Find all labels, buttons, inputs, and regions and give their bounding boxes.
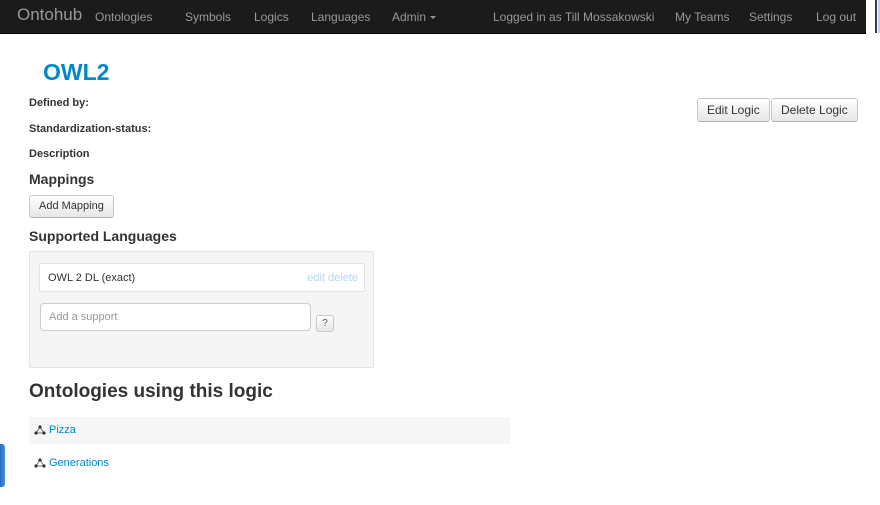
help-button[interactable]: ? xyxy=(316,315,334,332)
support-item-name: OWL 2 DL (exact) xyxy=(48,272,136,284)
add-mapping-button[interactable]: Add Mapping xyxy=(29,195,114,218)
caret-down-icon xyxy=(430,16,437,20)
edit-support-link[interactable]: edit xyxy=(307,272,325,284)
window-edge xyxy=(866,0,880,33)
defined-by-label: Defined by: xyxy=(29,97,89,109)
support-item: OWL 2 DL (exact) edit delete xyxy=(39,263,365,292)
side-widget xyxy=(0,444,5,487)
ontologies-heading: Ontologies using this logic xyxy=(29,381,273,402)
nav-log-out[interactable]: Log out xyxy=(816,10,856,24)
page-title: OWL2 xyxy=(43,59,110,85)
nav-admin-label: Admin xyxy=(392,10,427,24)
ontology-link-pizza[interactable]: Pizza xyxy=(49,424,76,436)
supported-languages-panel: OWL 2 DL (exact) edit delete ? xyxy=(29,251,374,368)
delete-support-link[interactable]: delete xyxy=(328,272,358,284)
description-label: Description xyxy=(29,148,90,160)
nav-languages[interactable]: Languages xyxy=(311,10,370,24)
list-item: Generations xyxy=(29,450,510,477)
nav-admin-dropdown[interactable]: Admin xyxy=(392,10,437,24)
nav-symbols[interactable]: Symbols xyxy=(185,10,231,24)
standardization-status-label: Standardization-status: xyxy=(29,123,152,135)
nav-ontologies[interactable]: Ontologies xyxy=(95,10,152,24)
brand-link[interactable]: Ontohub xyxy=(17,5,82,25)
support-item-actions: edit delete xyxy=(307,272,358,284)
edit-logic-button[interactable]: Edit Logic xyxy=(697,98,770,122)
nav-logics[interactable]: Logics xyxy=(254,10,289,24)
ontology-icon xyxy=(34,425,46,435)
nav-my-teams[interactable]: My Teams xyxy=(675,10,729,24)
nav-settings[interactable]: Settings xyxy=(749,10,792,24)
edge-bar xyxy=(875,0,877,33)
supported-languages-heading: Supported Languages xyxy=(29,228,177,244)
mappings-heading: Mappings xyxy=(29,171,95,187)
list-item: Pizza xyxy=(29,417,510,444)
add-support-input[interactable] xyxy=(40,303,311,331)
delete-logic-button[interactable]: Delete Logic xyxy=(771,98,858,122)
logged-in-user[interactable]: Logged in as Till Mossakowski xyxy=(493,10,654,24)
ontology-icon xyxy=(34,458,46,468)
top-navbar: Ontohub Ontologies Symbols Logics Langua… xyxy=(0,0,866,34)
ontology-link-generations[interactable]: Generations xyxy=(49,457,109,469)
